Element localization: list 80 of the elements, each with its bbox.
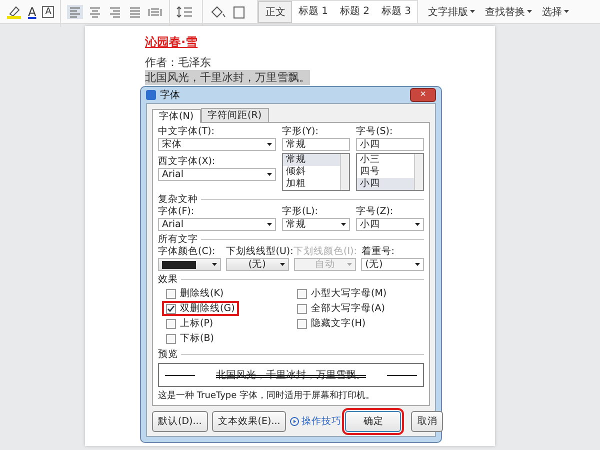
caret-icon [415, 223, 420, 226]
dialog-tab[interactable]: 字体(N) [152, 109, 201, 123]
list-item[interactable]: 小四 [357, 178, 414, 190]
dialog-button[interactable]: 默认(D)... [152, 411, 208, 432]
toolbar-menu[interactable]: 查找替换 [485, 4, 532, 18]
document-title: 沁园春·雪 [145, 34, 199, 51]
checkbox[interactable]: 隐藏文字(H) [293, 316, 370, 331]
field-label: 字体(F): [158, 206, 196, 217]
checkbox[interactable]: 删除线(K) [162, 286, 228, 301]
text-box-button[interactable]: A [42, 6, 54, 18]
dropdown[interactable]: (无) [226, 258, 288, 271]
highlighter-icon[interactable] [6, 4, 22, 18]
field-label: 字号(S): [356, 126, 394, 137]
section-heading: 所有文字 [158, 234, 198, 245]
section-heading: 预览 [158, 349, 178, 360]
font-select[interactable]: Arial [158, 168, 276, 181]
caret-icon [267, 223, 272, 226]
list-item[interactable]: 四号 [357, 166, 414, 178]
field-label: 字号(Z): [356, 206, 394, 217]
dialog-button[interactable]: 取消 [411, 411, 444, 432]
text-field[interactable]: 常规 [282, 138, 350, 151]
list-item[interactable]: 常规 [283, 154, 340, 166]
preview-text: 北国风光，千里冰封，万里雪飘。 [215, 370, 367, 380]
font-select[interactable]: 宋体 [158, 138, 276, 151]
text-field[interactable]: 小四 [356, 138, 424, 151]
style-option[interactable]: 标题 1 [292, 0, 334, 22]
field-label: 字形(L): [282, 206, 319, 217]
dialog-tab[interactable]: 字符间距(R) [200, 108, 269, 122]
color-dropdown[interactable] [158, 258, 221, 271]
scrollbar[interactable] [340, 154, 349, 190]
section-heading: 效果 [158, 274, 178, 285]
field-label: 字体颜色(C): [158, 246, 216, 257]
style-option[interactable]: 标题 3 [375, 0, 418, 22]
dropdown[interactable]: Arial [158, 218, 276, 231]
checkbox[interactable]: 小型大写字母(M) [293, 286, 391, 301]
caret-icon [267, 143, 272, 146]
list-item[interactable]: 加粗 [283, 178, 340, 190]
dropdown[interactable]: (无) [361, 258, 424, 271]
field-label: 着重号: [361, 246, 396, 257]
field-label: 西文字体(X): [158, 156, 216, 167]
checkbox[interactable]: 双删除线(G) [162, 301, 239, 316]
font-color-button[interactable]: A [26, 4, 38, 18]
checkbox[interactable]: 下标(B) [162, 331, 218, 346]
tips-link[interactable]: 操作技巧 [290, 416, 342, 427]
checkbox[interactable]: 上标(P) [162, 316, 218, 331]
font-description: 这是一种 TrueType 字体，同时适用于屏幕和打印机。 [158, 391, 376, 402]
dialog-button[interactable]: 确定 [345, 411, 402, 432]
shading-icon[interactable] [209, 4, 228, 18]
checkbox[interactable]: 全部大写字母(A) [293, 301, 389, 316]
section-heading: 复杂文种 [158, 194, 198, 205]
dropdown[interactable]: 小四 [356, 218, 424, 231]
caret-icon [527, 10, 532, 13]
dialog-title: 字体 [160, 88, 180, 102]
toolbar-menu[interactable]: 文字排版 [428, 4, 476, 18]
caret-icon [267, 173, 272, 176]
document-line: 作者：毛泽东 [145, 55, 211, 70]
check-icon [167, 304, 175, 312]
caret-icon [280, 263, 284, 266]
app-icon [146, 90, 156, 100]
caret-icon [415, 263, 420, 266]
field-label: 中文字体(T): [158, 126, 216, 137]
list-item[interactable]: 倾斜 [283, 166, 340, 178]
border-icon[interactable] [231, 4, 248, 18]
scrollbar[interactable] [414, 154, 423, 190]
align-icon[interactable] [67, 4, 84, 18]
style-option[interactable]: 标题 2 [334, 0, 376, 22]
toolbar-menu[interactable]: 选择 [542, 4, 570, 18]
caret-icon [212, 263, 217, 266]
field-label: 字形(Y): [282, 126, 320, 137]
close-button[interactable]: × [410, 88, 436, 102]
dropdown[interactable]: 常规 [282, 218, 350, 231]
caret-icon [470, 10, 476, 13]
list-item[interactable]: 小三 [357, 154, 414, 166]
caret-icon [347, 263, 352, 266]
caret-icon [341, 223, 346, 226]
dialog-button[interactable]: 文本效果(E)... [212, 411, 286, 432]
caret-icon [564, 10, 570, 13]
field-label: 下划线颜色(I): [294, 246, 356, 257]
play-icon [290, 417, 300, 426]
style-option[interactable]: 正文 [258, 0, 292, 22]
